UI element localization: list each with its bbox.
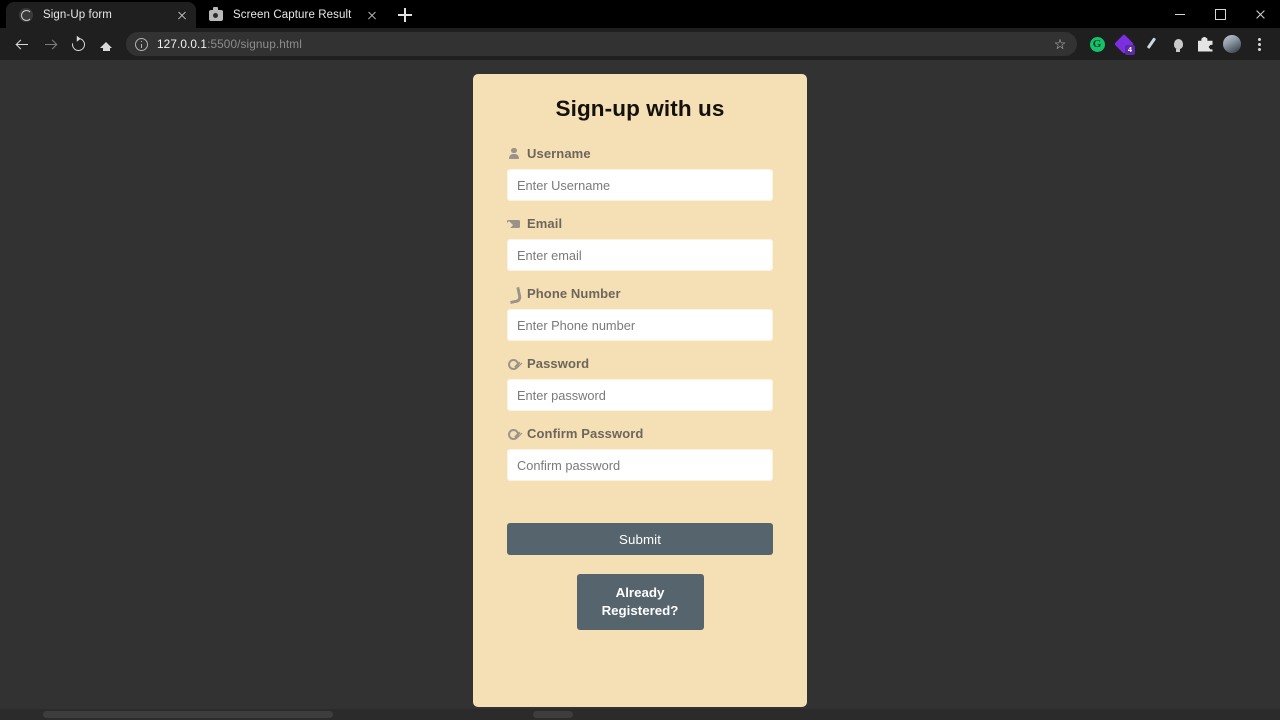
browser-toolbar: 127.0.0.1:5500/signup.html ☆ G 4: [0, 28, 1280, 60]
globe-icon: [18, 7, 34, 23]
browser-menu-button[interactable]: [1246, 31, 1272, 57]
field-password: Password: [507, 356, 773, 411]
page-viewport: Sign-up with us Username Email: [0, 60, 1280, 720]
tab-strip: Sign-Up form Screen Capture Result: [0, 0, 1280, 28]
close-window-button[interactable]: [1240, 0, 1280, 28]
user-icon: [507, 147, 520, 160]
bookmark-star-icon[interactable]: ☆: [1053, 37, 1067, 51]
puzzle-glyph: [1197, 36, 1213, 52]
grammarly-extension-icon[interactable]: G: [1084, 31, 1110, 57]
email-input[interactable]: [507, 239, 773, 271]
phone-input[interactable]: [507, 309, 773, 341]
confirm-password-input[interactable]: [507, 449, 773, 481]
maximize-button[interactable]: [1200, 0, 1240, 28]
username-input[interactable]: [507, 169, 773, 201]
label-password: Password: [507, 356, 773, 371]
url-path: :5500/signup.html: [207, 37, 302, 51]
label-text: Username: [527, 146, 591, 161]
url-host: 127.0.0.1: [157, 37, 208, 51]
password-input[interactable]: [507, 379, 773, 411]
scrollbar-thumb[interactable]: [43, 711, 333, 718]
label-text: Email: [527, 216, 563, 231]
profile-avatar[interactable]: [1219, 31, 1245, 57]
kebab-menu-icon: [1251, 36, 1267, 52]
url-text: 127.0.0.1:5500/signup.html: [157, 37, 1047, 51]
tab-screen-capture-result[interactable]: Screen Capture Result: [196, 2, 386, 28]
label-email: Email: [507, 216, 773, 231]
label-phone: Phone Number: [507, 286, 773, 301]
minimize-button[interactable]: [1160, 0, 1200, 28]
new-tab-button[interactable]: [392, 2, 418, 28]
browser-window: Sign-Up form Screen Capture Result 127.0…: [0, 0, 1280, 720]
label-username: Username: [507, 146, 773, 161]
submit-button[interactable]: Submit: [507, 523, 773, 555]
home-button[interactable]: [92, 30, 120, 58]
lightbulb-glyph: [1173, 39, 1183, 52]
field-phone: Phone Number: [507, 286, 773, 341]
signup-card: Sign-up with us Username Email: [473, 74, 807, 707]
reload-icon: [68, 34, 88, 54]
reload-button[interactable]: [64, 30, 92, 58]
camera-icon: [208, 7, 224, 23]
label-confirm-password: Confirm Password: [507, 426, 773, 441]
label-text: Phone Number: [527, 286, 621, 301]
key-icon: [507, 357, 520, 370]
tab-title: Sign-Up form: [43, 9, 112, 21]
purple-extension-icon[interactable]: 4: [1111, 31, 1137, 57]
grammarly-glyph: G: [1089, 36, 1105, 52]
horizontal-scrollbar[interactable]: [0, 709, 1280, 720]
arrow-left-icon: [16, 38, 29, 51]
tab-signup-form[interactable]: Sign-Up form: [6, 2, 196, 28]
tab-title: Screen Capture Result: [233, 9, 352, 21]
field-confirm-password: Confirm Password: [507, 426, 773, 481]
info-circle-icon[interactable]: [135, 37, 148, 51]
eyedropper-glyph: [1144, 37, 1158, 51]
scrollbar-thumb-secondary[interactable]: [533, 711, 573, 718]
already-registered-button[interactable]: Already Registered?: [576, 574, 704, 630]
field-email: Email: [507, 216, 773, 271]
lightbulb-extension-icon[interactable]: [1165, 31, 1191, 57]
envelope-icon: [507, 217, 520, 230]
window-controls: [1160, 0, 1280, 28]
phone-icon: [507, 287, 520, 300]
extensions-row: G 4: [1084, 31, 1272, 57]
avatar: [1223, 35, 1241, 53]
address-bar[interactable]: 127.0.0.1:5500/signup.html ☆: [126, 32, 1077, 56]
label-text: Password: [527, 356, 590, 371]
page-title: Sign-up with us: [555, 96, 725, 121]
field-username: Username: [507, 146, 773, 201]
arrow-right-icon: [44, 38, 57, 51]
home-icon: [100, 38, 113, 51]
extension-badge-count: 4: [1125, 45, 1135, 55]
forward-button[interactable]: [36, 30, 64, 58]
close-tab-icon[interactable]: [364, 7, 380, 23]
already-registered-wrap: Already Registered?: [507, 574, 773, 630]
close-tab-icon[interactable]: [174, 7, 190, 23]
label-text: Confirm Password: [527, 426, 644, 441]
key-icon: [507, 427, 520, 440]
extensions-puzzle-icon[interactable]: [1192, 31, 1218, 57]
eyedropper-extension-icon[interactable]: [1138, 31, 1164, 57]
back-button[interactable]: [8, 30, 36, 58]
